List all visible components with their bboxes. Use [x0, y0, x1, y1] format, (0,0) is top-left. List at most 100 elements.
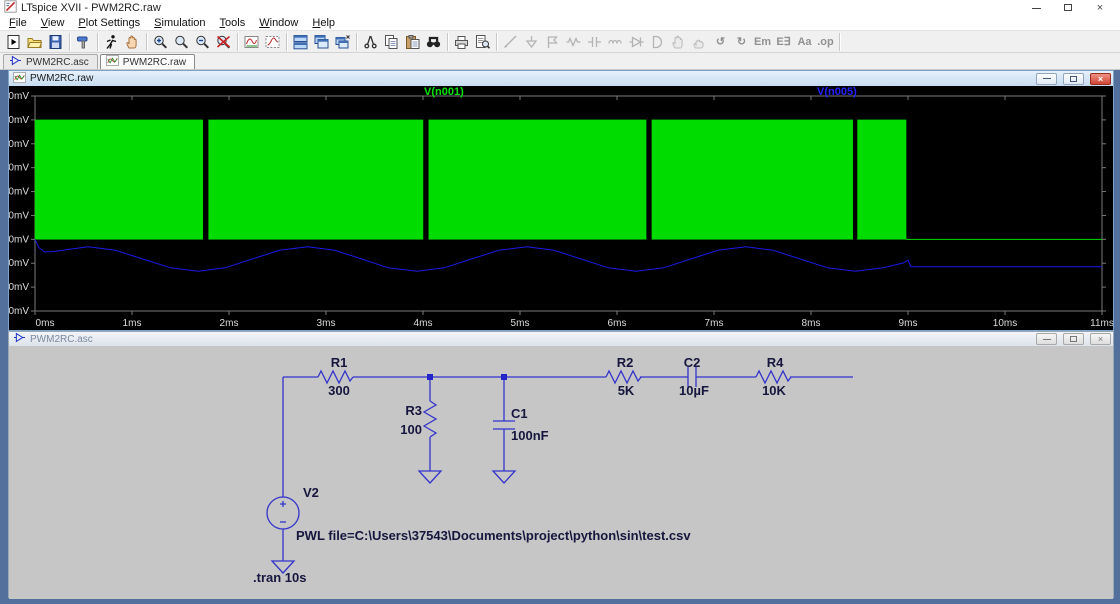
app-restore-button[interactable]: [1052, 2, 1084, 14]
svg-text:5ms: 5ms: [511, 318, 530, 329]
menu-help[interactable]: Help: [305, 16, 342, 31]
ground-symbol-c1: [493, 471, 515, 483]
mdi-area: PWM2RC.raw × 0ms1ms2ms3ms4ms5ms6ms7ms8ms…: [0, 70, 1120, 604]
wire-icon: [500, 32, 521, 52]
menu-view[interactable]: View: [34, 16, 72, 31]
label-c1-value[interactable]: 100nF: [511, 428, 549, 443]
svg-text:0mV: 0mV: [9, 234, 29, 245]
label-r2-value[interactable]: 5K: [618, 383, 635, 398]
zoom-area-icon[interactable]: [171, 32, 192, 52]
schematic-svg[interactable]: R1 300 R3 100 C1 100nF R2 5K C2 10µF R4 …: [9, 346, 1113, 596]
label-c1-name[interactable]: C1: [511, 406, 528, 421]
label-v2-value[interactable]: PWL file=C:\Users\37543\Documents\projec…: [296, 528, 691, 543]
svg-text:-20mV: -20mV: [9, 258, 29, 269]
app-titlebar: LTspice XVII - PWM2RC.raw ×: [0, 0, 1120, 16]
waveform-window-titlebar[interactable]: PWM2RC.raw ×: [9, 71, 1113, 86]
waveform-close-button[interactable]: ×: [1090, 73, 1111, 85]
resistor-r4-symbol: [756, 371, 791, 383]
resistor-r2-symbol: [606, 371, 641, 383]
ground-symbol-r3: [419, 471, 441, 483]
label-r1-value[interactable]: 300: [328, 383, 350, 398]
waveform-plot-area[interactable]: 0ms1ms2ms3ms4ms5ms6ms7ms8ms9ms10ms11ms12…: [9, 86, 1113, 330]
print-preview-icon[interactable]: [472, 32, 493, 52]
resistor-r1-symbol: [318, 371, 353, 383]
trace-label-vn005[interactable]: V(n005): [817, 86, 857, 98]
menu-tools[interactable]: Tools: [213, 16, 253, 31]
find-icon[interactable]: [423, 32, 444, 52]
label-tran-directive[interactable]: .tran 10s: [253, 570, 306, 585]
control-panel-icon[interactable]: [73, 32, 94, 52]
autorange-icon[interactable]: [241, 32, 262, 52]
schematic-window-titlebar[interactable]: PWM2RC.asc ×: [9, 332, 1113, 346]
svg-text:8ms: 8ms: [802, 318, 821, 329]
app-close-button[interactable]: ×: [1084, 2, 1116, 14]
print-icon[interactable]: [451, 32, 472, 52]
capacitor-icon: [584, 32, 605, 52]
app-title: LTspice XVII - PWM2RC.raw: [21, 2, 1020, 14]
svg-text:40mV: 40mV: [9, 187, 29, 198]
svg-text:7ms: 7ms: [705, 318, 724, 329]
tab-pwm2rc.asc[interactable]: PWM2RC.asc: [3, 54, 98, 69]
menu-window[interactable]: Window: [252, 16, 305, 31]
arrange-icons-icon[interactable]: [332, 32, 353, 52]
trace-label-vn001[interactable]: V(n001): [424, 86, 464, 98]
waveform-plot-svg[interactable]: 0ms1ms2ms3ms4ms5ms6ms7ms8ms9ms10ms11ms12…: [9, 86, 1113, 330]
label-r3-name[interactable]: R3: [405, 403, 422, 418]
diode-icon: [626, 32, 647, 52]
svg-text:20mV: 20mV: [9, 210, 29, 221]
menu-simulation[interactable]: Simulation: [147, 16, 212, 31]
toolbar-separator: [496, 33, 497, 51]
waveform-restore-button[interactable]: [1063, 73, 1084, 85]
label-r3-value[interactable]: 100: [400, 422, 422, 437]
schematic-minimize-button[interactable]: [1036, 333, 1057, 345]
cut-icon[interactable]: [360, 32, 381, 52]
zoom-in-icon[interactable]: [150, 32, 171, 52]
paste-icon[interactable]: [402, 32, 423, 52]
label-r4-value[interactable]: 10K: [762, 383, 786, 398]
label-c2-name[interactable]: C2: [684, 355, 701, 370]
label-r2-name[interactable]: R2: [617, 355, 634, 370]
waveform-window: PWM2RC.raw × 0ms1ms2ms3ms4ms5ms6ms7ms8ms…: [8, 70, 1114, 331]
schematic-labels: R1 300 R3 100 C1 100nF R2 5K C2 10µF R4 …: [253, 355, 787, 585]
toolbar-separator: [447, 33, 448, 51]
run-simulation-icon[interactable]: [101, 32, 122, 52]
label-r4-name[interactable]: R4: [767, 355, 784, 370]
schematic-canvas[interactable]: R1 300 R3 100 C1 100nF R2 5K C2 10µF R4 …: [9, 346, 1113, 599]
toolbar-separator: [356, 33, 357, 51]
drag-icon: [689, 32, 710, 52]
tab-bar: PWM2RC.ascPWM2RC.raw: [0, 53, 1120, 70]
app-minimize-button[interactable]: [1020, 2, 1052, 14]
zoom-full-icon[interactable]: [213, 32, 234, 52]
label-v2-name[interactable]: V2: [303, 485, 319, 500]
svg-text:100mV: 100mV: [9, 115, 29, 126]
toolbar-separator: [97, 33, 98, 51]
menu-plot-settings[interactable]: Plot Settings: [71, 16, 147, 31]
cascade-windows-icon[interactable]: [311, 32, 332, 52]
move-icon: [668, 32, 689, 52]
svg-text:2ms: 2ms: [220, 318, 239, 329]
svg-text:10ms: 10ms: [993, 318, 1017, 329]
waveform-minimize-button[interactable]: [1036, 73, 1057, 85]
ground-icon: [521, 32, 542, 52]
toolbar-separator: [69, 33, 70, 51]
zoom-fit-icon[interactable]: [262, 32, 283, 52]
run-icon[interactable]: [3, 32, 24, 52]
svg-text:1ms: 1ms: [123, 318, 142, 329]
menu-file[interactable]: File: [2, 16, 34, 31]
halt-icon[interactable]: [122, 32, 143, 52]
open-icon[interactable]: [24, 32, 45, 52]
tab-pwm2rc.raw[interactable]: PWM2RC.raw: [100, 54, 195, 69]
zoom-out-icon[interactable]: [192, 32, 213, 52]
schematic-restore-button[interactable]: [1063, 333, 1084, 345]
trace-vn001-pwm-block: [209, 120, 423, 239]
label-c2-value[interactable]: 10µF: [679, 383, 709, 398]
mirror-icon: Em: [752, 32, 773, 52]
waveform-tab-icon: [106, 55, 119, 69]
copy-icon[interactable]: [381, 32, 402, 52]
svg-text:80mV: 80mV: [9, 139, 29, 150]
schematic-close-button[interactable]: ×: [1090, 333, 1111, 345]
tile-windows-icon[interactable]: [290, 32, 311, 52]
label-r1-name[interactable]: R1: [331, 355, 348, 370]
menu-bar: FileViewPlot SettingsSimulationToolsWind…: [0, 16, 1120, 31]
save-icon[interactable]: [45, 32, 66, 52]
